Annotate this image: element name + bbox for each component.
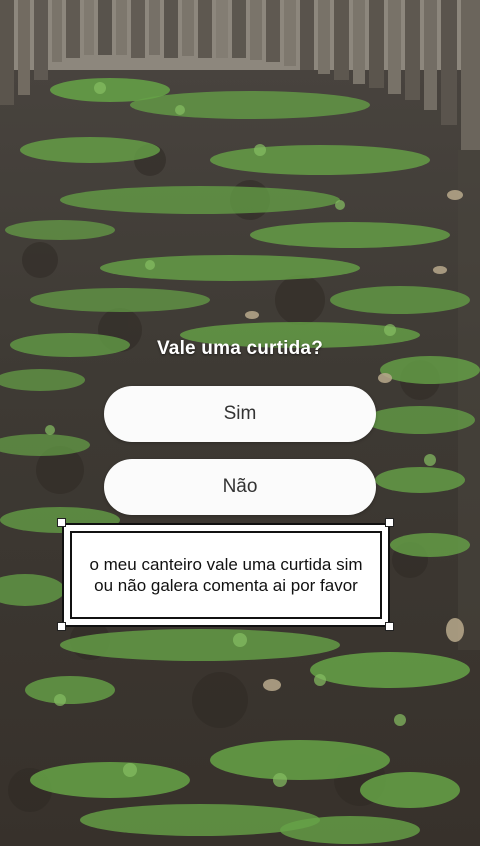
poll-option-yes[interactable]: Sim <box>104 386 376 442</box>
resize-handle-bottom-left[interactable] <box>57 622 66 631</box>
poll-question: Vale uma curtida? <box>156 338 323 359</box>
caption-box[interactable]: o meu canteiro vale uma curtida sim ou n… <box>62 523 390 627</box>
caption-text: o meu canteiro vale uma curtida sim ou n… <box>89 555 363 595</box>
resize-handle-bottom-right[interactable] <box>385 622 394 631</box>
resize-handle-top-right[interactable] <box>385 518 394 527</box>
resize-handle-top-left[interactable] <box>57 518 66 527</box>
caption-inner-border: o meu canteiro vale uma curtida sim ou n… <box>70 531 382 619</box>
poll-option-no[interactable]: Não <box>104 459 376 515</box>
